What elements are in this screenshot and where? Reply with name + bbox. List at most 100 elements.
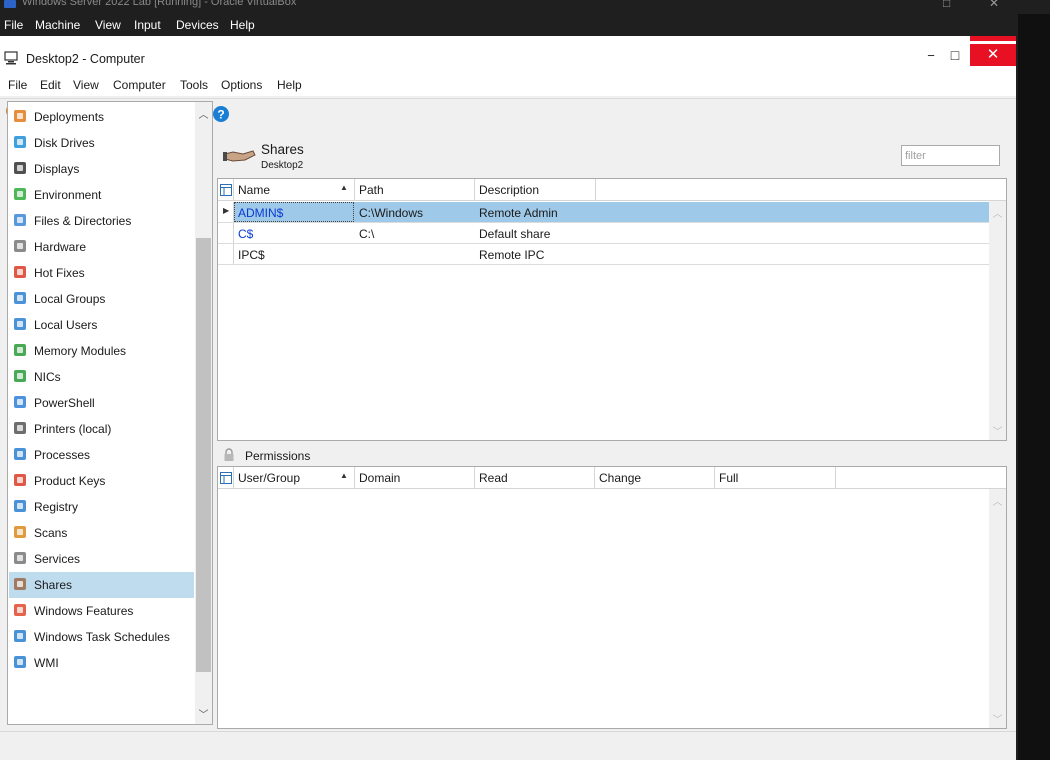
row-header[interactable] — [218, 244, 234, 264]
table-row[interactable]: IPC$ Remote IPC — [218, 244, 990, 265]
nav-item-registry[interactable]: Registry — [9, 494, 194, 520]
wmi-icon — [14, 656, 26, 668]
search-icon — [14, 526, 26, 538]
nav-item-nics[interactable]: NICs — [9, 364, 194, 390]
host-menu-view[interactable]: View — [95, 18, 121, 32]
menu-tools[interactable]: Tools — [180, 78, 208, 92]
scroll-down-icon[interactable]: ﹀ — [989, 711, 1006, 726]
nav-item-hardware[interactable]: Hardware — [9, 234, 194, 260]
cell-name[interactable]: C$ — [238, 227, 253, 241]
host-title: Windows Server 2022 Lab [Running] - Orac… — [22, 0, 297, 8]
cell-path: C:\Windows — [359, 206, 424, 220]
nav-item-local-users[interactable]: Local Users — [9, 312, 194, 338]
cell-name[interactable]: ADMIN$ — [238, 206, 283, 220]
windows-features-icon — [14, 604, 26, 616]
column-description-label: Description — [479, 183, 540, 197]
scroll-down-icon[interactable]: ﹀ — [195, 706, 212, 721]
grid-chooser-icon[interactable] — [218, 179, 234, 201]
nav-item-label: WMI — [34, 656, 59, 670]
nav-item-printers-local[interactable]: Printers (local) — [9, 416, 194, 442]
nav-item-local-groups[interactable]: Local Groups — [9, 286, 194, 312]
minimize-button[interactable]: − — [918, 45, 944, 67]
host-menu-machine[interactable]: Machine — [35, 18, 80, 32]
services-icon — [14, 552, 26, 564]
permissions-label: Permissions — [245, 449, 311, 463]
cell-description: Remote IPC — [479, 248, 545, 262]
filter-input[interactable] — [901, 145, 1000, 166]
table-row[interactable]: C$ C:\ Default share — [218, 223, 990, 244]
scroll-up-icon[interactable]: ︿ — [989, 493, 1006, 508]
nav-item-processes[interactable]: Processes — [9, 442, 194, 468]
nav-item-memory-modules[interactable]: Memory Modules — [9, 338, 194, 364]
column-path[interactable]: Path — [355, 179, 475, 201]
host-titlebar: Windows Server 2022 Lab [Running] - Orac… — [0, 0, 1050, 14]
nav-item-hot-fixes[interactable]: Hot Fixes — [9, 260, 194, 286]
host-menu-input[interactable]: Input — [134, 18, 161, 32]
close-button[interactable]: ✕ — [970, 44, 1016, 66]
nav-item-label: Services — [34, 552, 81, 566]
column-change-label: Change — [599, 471, 642, 485]
grid-chooser-icon[interactable] — [218, 467, 234, 489]
cell-description: Default share — [479, 227, 551, 241]
host-restore-icon[interactable]: □ — [943, 0, 950, 10]
nav-item-windows-task-schedules[interactable]: Windows Task Schedules — [9, 624, 194, 650]
shares-grid: Name ▲ Path Description ▶ ADMIN$ C:\Window… — [217, 178, 1007, 441]
status-bar — [0, 731, 1016, 760]
nav-scrollbar[interactable]: ︿ ﹀ — [195, 102, 212, 724]
column-domain[interactable]: Domain — [355, 467, 475, 489]
column-full[interactable]: Full — [715, 467, 836, 489]
column-read[interactable]: Read — [475, 467, 595, 489]
nav-item-powershell[interactable]: PowerShell — [9, 390, 194, 416]
nav-item-label: Disk Drives — [34, 136, 95, 150]
scroll-down-icon[interactable]: ﹀ — [989, 423, 1006, 438]
host-menu-devices[interactable]: Devices — [176, 18, 219, 32]
shares-scrollbar[interactable]: ︿ ﹀ — [989, 201, 1006, 440]
column-change[interactable]: Change — [595, 467, 715, 489]
share-hand-icon — [223, 150, 256, 162]
nav-item-label: Shares — [34, 578, 73, 592]
nav-item-shares[interactable]: Shares — [9, 572, 194, 598]
scroll-thumb[interactable] — [196, 238, 211, 672]
menu-help[interactable]: Help — [277, 78, 302, 92]
nav-item-environment[interactable]: Environment — [9, 182, 194, 208]
menu-options[interactable]: Options — [221, 78, 262, 92]
hotfix-icon — [14, 266, 26, 278]
table-row[interactable]: ▶ ADMIN$ C:\Windows Remote Admin — [218, 202, 990, 223]
nav-item-scans[interactable]: Scans — [9, 520, 194, 546]
nav-item-deployments[interactable]: Deployments — [9, 104, 194, 130]
nav-item-displays[interactable]: Displays — [9, 156, 194, 182]
nav-item-wmi[interactable]: WMI — [9, 650, 194, 676]
row-header[interactable]: ▶ — [218, 202, 234, 222]
environment-icon — [14, 188, 26, 200]
disk-icon — [14, 136, 26, 148]
nav-item-files-directories[interactable]: Files & Directories — [9, 208, 194, 234]
scroll-up-icon[interactable]: ︿ — [989, 205, 1006, 220]
host-menu-help[interactable]: Help — [230, 18, 255, 32]
window-titlebar[interactable]: Desktop2 - Computer − □ ✕ — [0, 44, 1016, 74]
nav-item-product-keys[interactable]: Product Keys — [9, 468, 194, 494]
row-header[interactable] — [218, 223, 234, 243]
permissions-scrollbar[interactable]: ︿ ﹀ — [989, 489, 1006, 728]
monitor-icon — [14, 162, 26, 174]
column-user-group[interactable]: User/Group ▲ — [234, 467, 355, 489]
maximize-button[interactable]: □ — [942, 44, 968, 66]
help-icon[interactable]: ? — [211, 104, 231, 124]
column-name[interactable]: Name ▲ — [234, 179, 355, 201]
menu-edit[interactable]: Edit — [40, 78, 61, 92]
processes-icon — [14, 448, 26, 460]
host-close-icon[interactable]: ✕ — [989, 0, 999, 10]
printer-icon — [14, 422, 26, 434]
file-icon — [14, 214, 26, 226]
menu-view[interactable]: View — [73, 78, 99, 92]
nav-item-services[interactable]: Services — [9, 546, 194, 572]
nav-item-disk-drives[interactable]: Disk Drives — [9, 130, 194, 156]
menu-file[interactable]: File — [8, 78, 27, 92]
nav-panel: ︿ ﹀ Deployments Disk Drives Displays Enviro… — [7, 101, 213, 725]
menu-computer[interactable]: Computer — [113, 78, 166, 92]
deployments-icon — [14, 110, 26, 122]
nav-item-label: Hot Fixes — [34, 266, 85, 280]
host-menu-file[interactable]: File — [4, 18, 23, 32]
column-description[interactable]: Description — [475, 179, 596, 201]
nav-item-windows-features[interactable]: Windows Features — [9, 598, 194, 624]
scroll-up-icon[interactable]: ︿ — [195, 106, 212, 121]
